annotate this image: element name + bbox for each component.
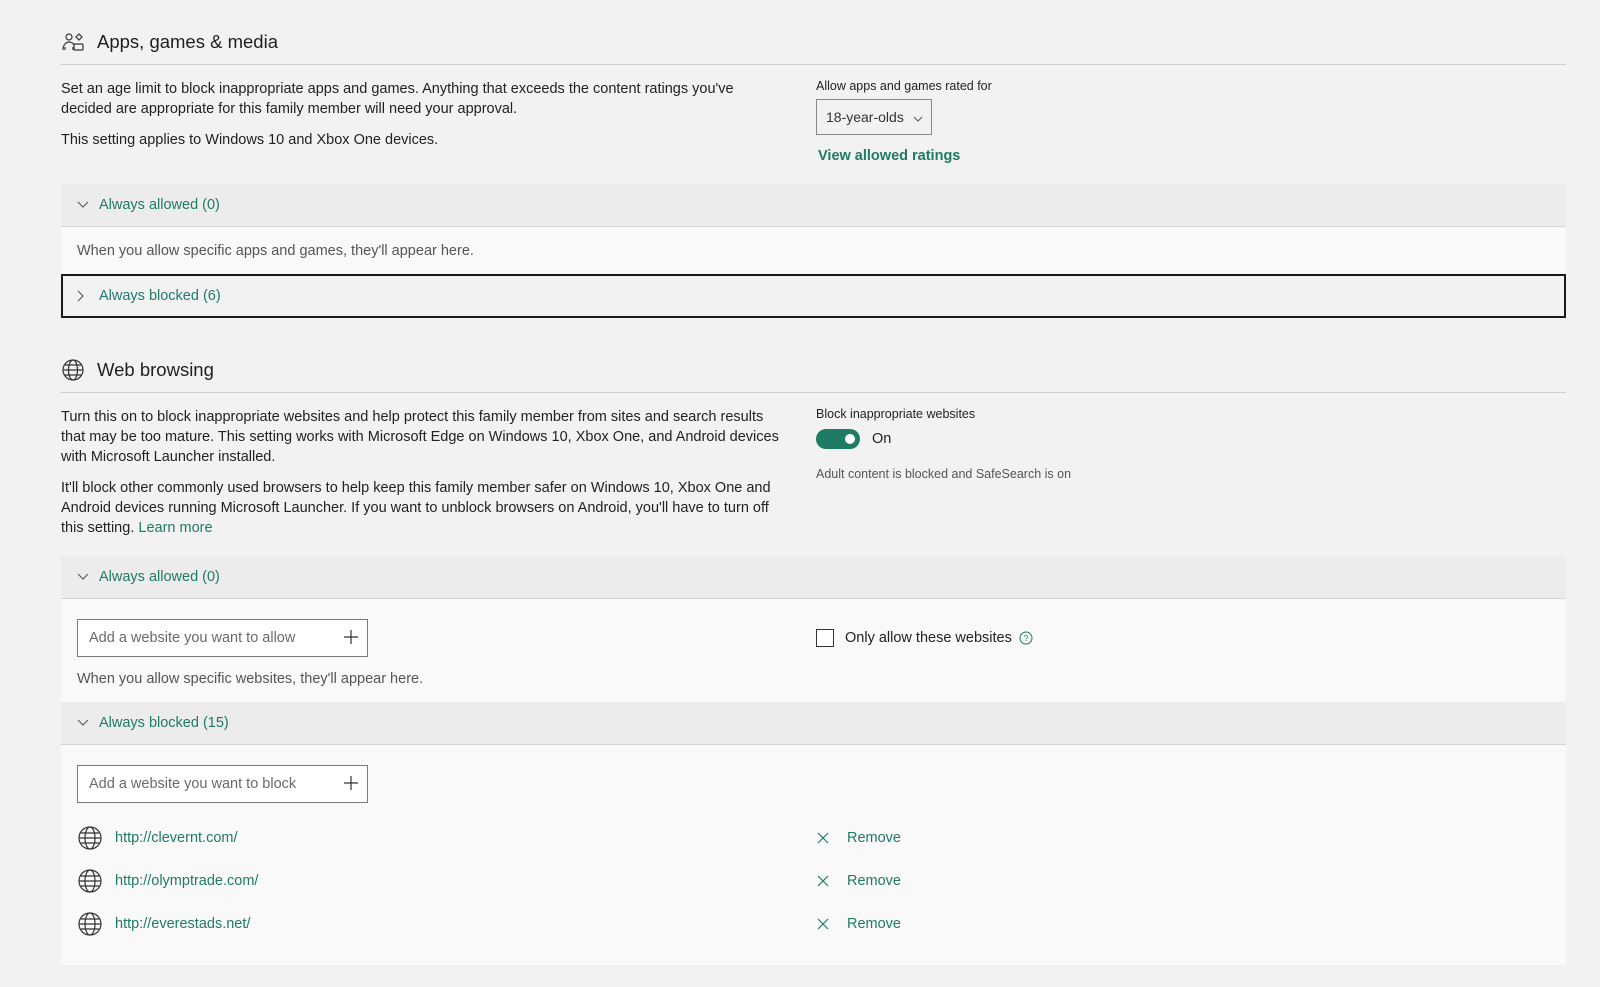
remove-label: Remove [847, 872, 901, 889]
apps-always-allowed-header[interactable]: Always allowed (0) [61, 184, 1566, 227]
block-website-input[interactable] [89, 776, 319, 792]
view-allowed-ratings-link[interactable]: View allowed ratings [818, 148, 960, 164]
apps-section-title: Apps, games & media [97, 31, 278, 52]
blocked-site-row: http://everestads.net/ Remove [77, 902, 1550, 945]
apps-description: Set an age limit to block inappropriate … [61, 81, 734, 117]
plus-icon[interactable] [343, 775, 359, 794]
rating-label: Allow apps and games rated for [816, 79, 992, 93]
globe-icon [77, 868, 103, 894]
close-icon [816, 874, 830, 888]
web-always-blocked-body: http://clevernt.com/ Remove http [61, 745, 1566, 965]
svg-text:?: ? [1024, 634, 1029, 643]
blocked-site-url[interactable]: http://olymptrade.com/ [115, 873, 258, 889]
block-websites-label: Block inappropriate websites [816, 407, 976, 421]
only-allow-label: Only allow these websites [845, 630, 1012, 646]
settings-page: Apps, games & media Set an age limit to … [0, 20, 1600, 965]
remove-button[interactable]: Remove [816, 873, 901, 889]
blocked-site-row: http://olymptrade.com/ Remove [77, 859, 1550, 902]
web-browsers-note: It'll block other commonly used browsers… [61, 478, 776, 538]
web-always-allowed-label: Always allowed (0) [99, 569, 220, 585]
chevron-down-icon [77, 717, 89, 729]
apps-section-header: Apps, games & media [61, 20, 1566, 65]
apps-always-allowed-label: Always allowed (0) [99, 197, 220, 213]
chevron-down-icon [77, 571, 89, 583]
web-section-header: Web browsing [61, 348, 1566, 393]
remove-button[interactable]: Remove [816, 916, 901, 932]
block-websites-toggle[interactable] [816, 429, 860, 449]
web-always-blocked-label: Always blocked (15) [99, 715, 229, 731]
apps-games-icon [61, 30, 85, 54]
apps-devices-note: This setting applies to Windows 10 and X… [61, 132, 439, 148]
only-allow-checkbox[interactable] [816, 629, 834, 647]
web-section-title: Web browsing [97, 359, 214, 380]
allow-website-input[interactable] [89, 630, 319, 646]
remove-label: Remove [847, 915, 901, 932]
blocked-site-url[interactable]: http://clevernt.com/ [115, 830, 238, 846]
plus-icon[interactable] [343, 629, 359, 648]
apps-allowed-empty-text: When you allow specific apps and games, … [77, 242, 474, 259]
help-icon[interactable]: ? [1019, 631, 1033, 645]
blocked-site-url[interactable]: http://everestads.net/ [115, 916, 250, 932]
chevron-down-icon [913, 109, 923, 125]
chevron-right-icon [77, 290, 89, 302]
apps-always-blocked-label: Always blocked (6) [99, 288, 221, 304]
remove-button[interactable]: Remove [816, 830, 901, 846]
age-rating-value: 18-year-olds [826, 109, 904, 125]
toggle-state-text: On [872, 431, 892, 447]
close-icon [816, 831, 830, 845]
allow-website-field[interactable] [77, 619, 368, 657]
globe-icon [77, 911, 103, 937]
remove-label: Remove [847, 829, 901, 846]
chevron-down-icon [77, 199, 89, 211]
globe-icon [61, 358, 85, 382]
learn-more-link[interactable]: Learn more [138, 520, 212, 536]
web-always-blocked-header[interactable]: Always blocked (15) [61, 702, 1566, 745]
blocked-site-row: http://clevernt.com/ Remove [77, 816, 1550, 859]
web-always-allowed-body: Only allow these websites ? When you all… [61, 599, 1566, 702]
globe-icon [77, 825, 103, 851]
web-always-allowed-header[interactable]: Always allowed (0) [61, 556, 1566, 599]
web-allowed-empty-text: When you allow specific websites, they'l… [77, 671, 424, 687]
apps-always-blocked-header[interactable]: Always blocked (6) [61, 274, 1566, 318]
block-website-field[interactable] [77, 765, 368, 803]
age-rating-dropdown[interactable]: 18-year-olds [816, 99, 932, 135]
close-icon [816, 917, 830, 931]
web-description: Turn this on to block inappropriate webs… [61, 409, 779, 465]
apps-always-allowed-body: When you allow specific apps and games, … [61, 227, 1566, 274]
toggle-note: Adult content is blocked and SafeSearch … [816, 467, 1072, 481]
